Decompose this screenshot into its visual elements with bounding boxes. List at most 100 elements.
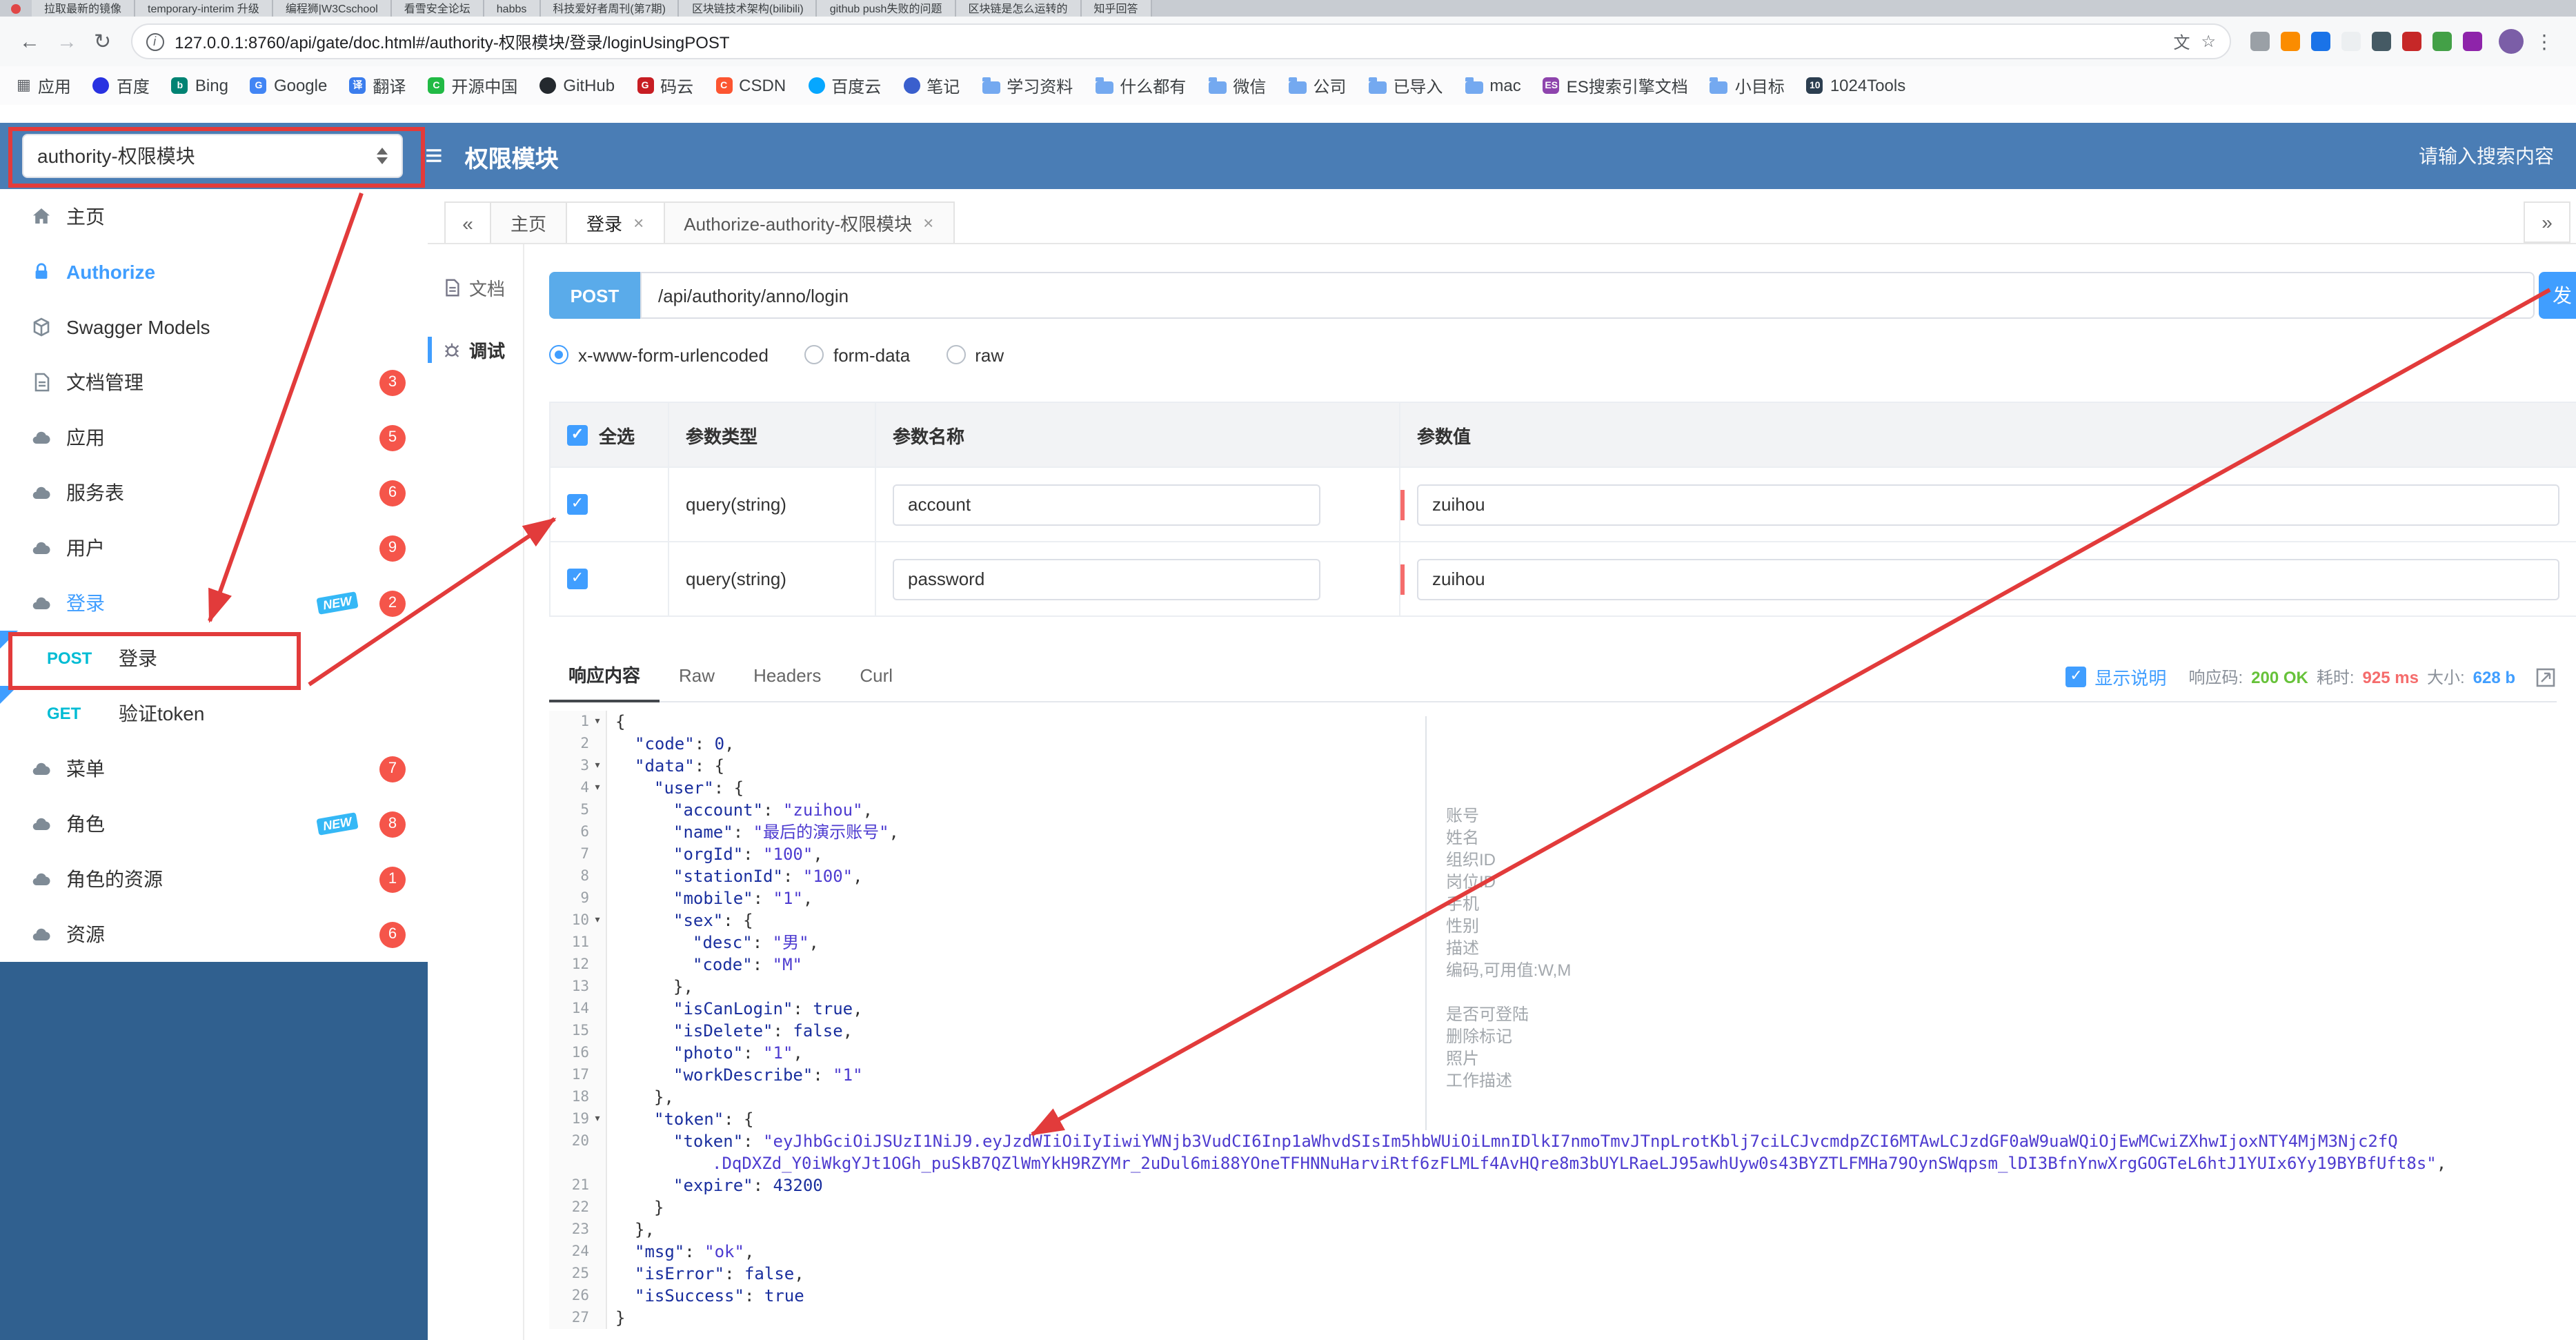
extension-icon-4[interactable] — [2341, 32, 2361, 51]
doc-tab-主页[interactable]: 主页 — [491, 201, 568, 243]
checkbox-icon[interactable]: ✓ — [567, 494, 588, 515]
show-desc-checkbox[interactable]: ✓ — [2065, 667, 2087, 687]
api-url-input[interactable] — [640, 272, 2535, 319]
bookmark-item[interactable]: 百度云 — [808, 74, 881, 97]
sidebar-item-Authorize[interactable]: Authorize — [0, 244, 428, 299]
sidebar-api-get-验证token[interactable]: GET 验证token — [0, 686, 428, 741]
param-value-input[interactable] — [1417, 558, 2559, 600]
favicon — [903, 77, 920, 94]
param-value-input[interactable] — [1417, 484, 2559, 525]
bookmark-item[interactable]: C CSDN — [715, 76, 786, 95]
sidebar-item-角色的资源[interactable]: 角色的资源 1 — [0, 851, 428, 907]
back-icon[interactable]: ← — [19, 30, 40, 53]
param-name-input[interactable] — [893, 484, 1320, 525]
favicon — [92, 77, 110, 94]
browser-tab[interactable]: 编程狮|W3Cschool — [273, 0, 392, 17]
sidebar-item-Swagger Models[interactable]: Swagger Models — [0, 299, 428, 355]
bookmark-item[interactable]: 已导入 — [1368, 74, 1443, 97]
bookmark-star-icon[interactable]: ☆ — [2201, 32, 2216, 51]
bookmark-item[interactable]: mac — [1465, 76, 1521, 95]
sidebar-item-应用[interactable]: 应用 5 — [0, 410, 428, 465]
sidebar-item-文档管理[interactable]: 文档管理 3 — [0, 355, 428, 410]
browser-tab[interactable]: 知乎回答 — [1081, 0, 1152, 17]
sidebar-item-角色[interactable]: 角色 NEW 8 — [0, 796, 428, 851]
response-tab-Headers[interactable]: Headers — [734, 652, 840, 702]
address-bar[interactable]: i 127.0.0.1:8760/api/gate/doc.html#/auth… — [130, 23, 2231, 59]
response-tab-响应内容[interactable]: 响应内容 — [549, 652, 660, 702]
bookmark-item[interactable]: C 开源中国 — [428, 74, 517, 97]
browser-tab[interactable]: 区块链技术架构(bilibili) — [679, 0, 818, 17]
response-tab-Curl[interactable]: Curl — [840, 652, 912, 702]
header-search-input[interactable] — [2361, 145, 2554, 167]
body-type-radio-form-data[interactable]: form-data — [804, 344, 910, 365]
bookmark-item[interactable]: G 码云 — [637, 74, 693, 97]
body-type-radio-raw[interactable]: raw — [946, 344, 1004, 365]
browser-tab[interactable]: 拉取最新的镜像 — [32, 0, 135, 17]
close-icon[interactable]: × — [923, 213, 933, 233]
fold-caret-icon[interactable]: ▾ — [589, 777, 606, 799]
browser-tab[interactable]: 区块链是怎么运转的 — [955, 0, 1082, 17]
extension-icon-1[interactable] — [2250, 32, 2270, 51]
fold-caret-icon[interactable]: ▾ — [589, 1108, 606, 1130]
extension-icon-8[interactable] — [2463, 32, 2482, 51]
translate-icon[interactable]: 文 — [2173, 30, 2190, 53]
more-tabs-icon[interactable]: » — [2524, 201, 2570, 243]
bookmark-item[interactable]: ES ES搜索引擎文档 — [1543, 74, 1688, 97]
fullscreen-icon[interactable] — [2535, 666, 2557, 688]
models-icon — [30, 316, 52, 338]
bookmark-item[interactable]: 什么都有 — [1095, 74, 1186, 97]
doc-tab-Authorize-authority-权限模块[interactable]: Authorize-authority-权限模块 × — [664, 201, 955, 243]
browser-tab[interactable]: temporary-interim 升级 — [135, 0, 273, 17]
extension-icon-6[interactable] — [2402, 32, 2421, 51]
checkbox-icon[interactable]: ✓ — [567, 569, 588, 589]
fold-caret-icon[interactable]: ▾ — [589, 755, 606, 777]
sidebar-api-post-登录[interactable]: POST 登录 — [0, 631, 428, 686]
sidebar-item-资源[interactable]: 资源 6 — [0, 907, 428, 962]
info-icon[interactable]: i — [146, 32, 164, 50]
sidebar-item-菜单[interactable]: 菜单 7 — [0, 741, 428, 796]
bookmark-item[interactable]: 小目标 — [1710, 74, 1785, 97]
bookmark-item[interactable]: 百度 — [92, 74, 150, 97]
fold-caret-icon[interactable]: ▾ — [589, 909, 606, 932]
sidebar-item-服务表[interactable]: 服务表 6 — [0, 465, 428, 520]
browser-tab[interactable]: github push失败的问题 — [817, 0, 956, 17]
bookmark-item[interactable]: 微信 — [1208, 74, 1266, 97]
hamburger-icon[interactable]: ≡ — [425, 140, 443, 171]
bookmark-item[interactable]: ▦ 应用 — [17, 74, 71, 97]
bookmark-item[interactable]: 笔记 — [903, 74, 960, 97]
sidebar-item-用户[interactable]: 用户 9 — [0, 520, 428, 575]
forward-icon[interactable]: → — [57, 30, 77, 53]
fold-caret-icon[interactable]: ▾ — [589, 711, 606, 733]
browser-tab[interactable]: habbs — [484, 0, 541, 17]
close-icon[interactable]: × — [633, 213, 644, 233]
menu-kebab-icon[interactable]: ⋮ — [2535, 30, 2554, 53]
bookmark-item[interactable]: G Google — [250, 76, 327, 95]
bookmark-item[interactable]: 译翻译 — [349, 74, 406, 97]
field-annotation: 删除标记 — [1446, 1027, 1513, 1046]
module-select[interactable]: authority-权限模块 — [22, 134, 403, 178]
sidebar-item-主页[interactable]: 主页 — [0, 189, 428, 244]
rail-item-调试[interactable]: 调试 — [428, 337, 523, 363]
bookmark-item[interactable]: GitHub — [539, 76, 615, 95]
extension-icon-3[interactable] — [2311, 32, 2330, 51]
response-tab-Raw[interactable]: Raw — [660, 652, 734, 702]
profile-avatar[interactable] — [2499, 29, 2524, 54]
bookmark-item[interactable]: 10 1024Tools — [1806, 76, 1905, 95]
bookmark-item[interactable]: b Bing — [171, 76, 228, 95]
sidebar-item-登录[interactable]: 登录 NEW 2 — [0, 575, 428, 631]
bookmark-item[interactable]: 学习资料 — [982, 74, 1073, 97]
body-type-radio-x-www-form-urlencoded[interactable]: x-www-form-urlencoded — [549, 344, 769, 365]
doc-tab-登录[interactable]: 登录 × — [567, 201, 665, 243]
rail-item-文档[interactable]: 文档 — [428, 275, 523, 301]
reload-icon[interactable]: ↻ — [94, 29, 111, 54]
extension-icon-7[interactable] — [2433, 32, 2452, 51]
collapse-tabs-icon[interactable]: « — [444, 201, 491, 243]
browser-tab[interactable]: 看雪安全论坛 — [391, 0, 484, 17]
send-button[interactable]: 发 — [2539, 272, 2576, 319]
browser-tab[interactable]: 科技爱好者周刊(第7期) — [540, 0, 680, 17]
extension-icon-2[interactable] — [2281, 32, 2300, 51]
select-all-checkbox[interactable]: ✓ — [567, 424, 588, 445]
bookmark-item[interactable]: 公司 — [1288, 74, 1346, 97]
param-name-input[interactable] — [893, 558, 1320, 600]
extension-icon-5[interactable] — [2372, 32, 2391, 51]
